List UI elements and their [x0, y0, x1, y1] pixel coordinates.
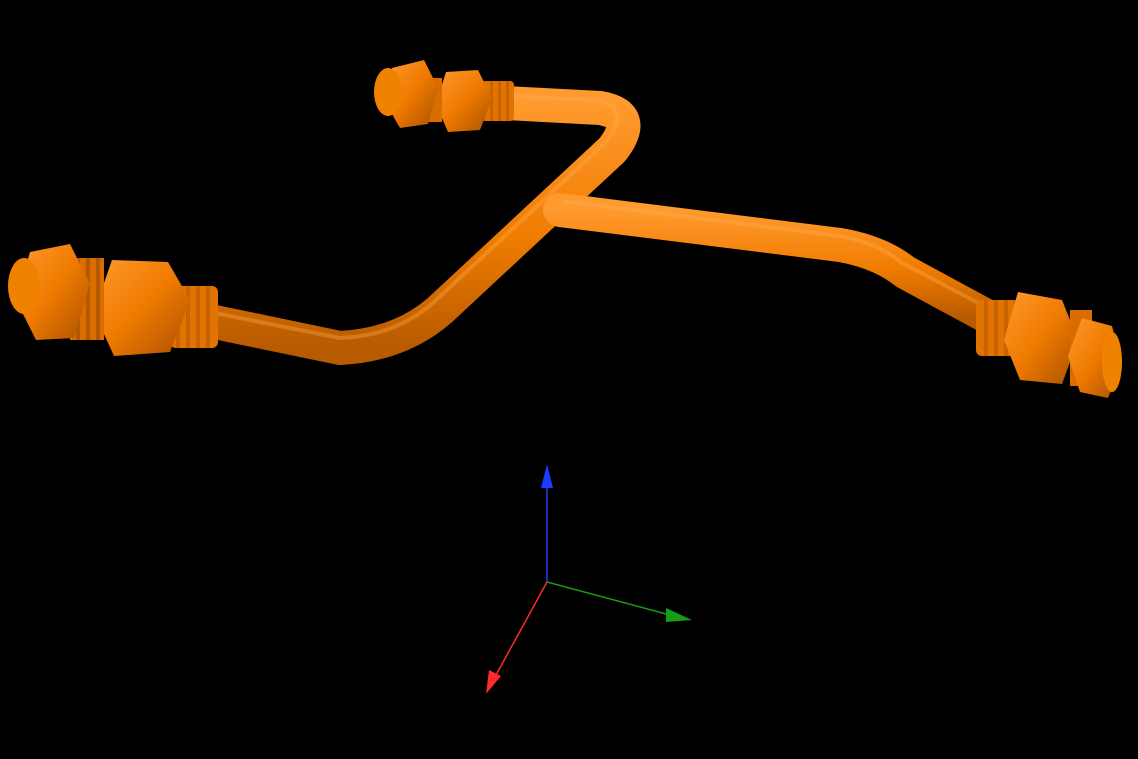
right-fitting-hex-nut-fitting-icon[interactable] [976, 292, 1122, 398]
z-axis-arrow-icon [541, 464, 553, 488]
y-axis-arrow-icon [666, 608, 692, 622]
top-fitting-hex-nut-fitting-icon[interactable] [374, 60, 514, 132]
axes-gizmo [486, 464, 692, 694]
pipe-assembly[interactable] [8, 60, 1122, 398]
x-axis-line [495, 581, 548, 676]
y-axis-line [546, 581, 671, 616]
viewport-canvas[interactable] [0, 0, 1138, 759]
left-fitting-hex-nut-fitting-icon[interactable] [8, 244, 218, 356]
3d-viewport[interactable] [0, 0, 1138, 759]
x-axis-arrow-icon [486, 670, 501, 694]
